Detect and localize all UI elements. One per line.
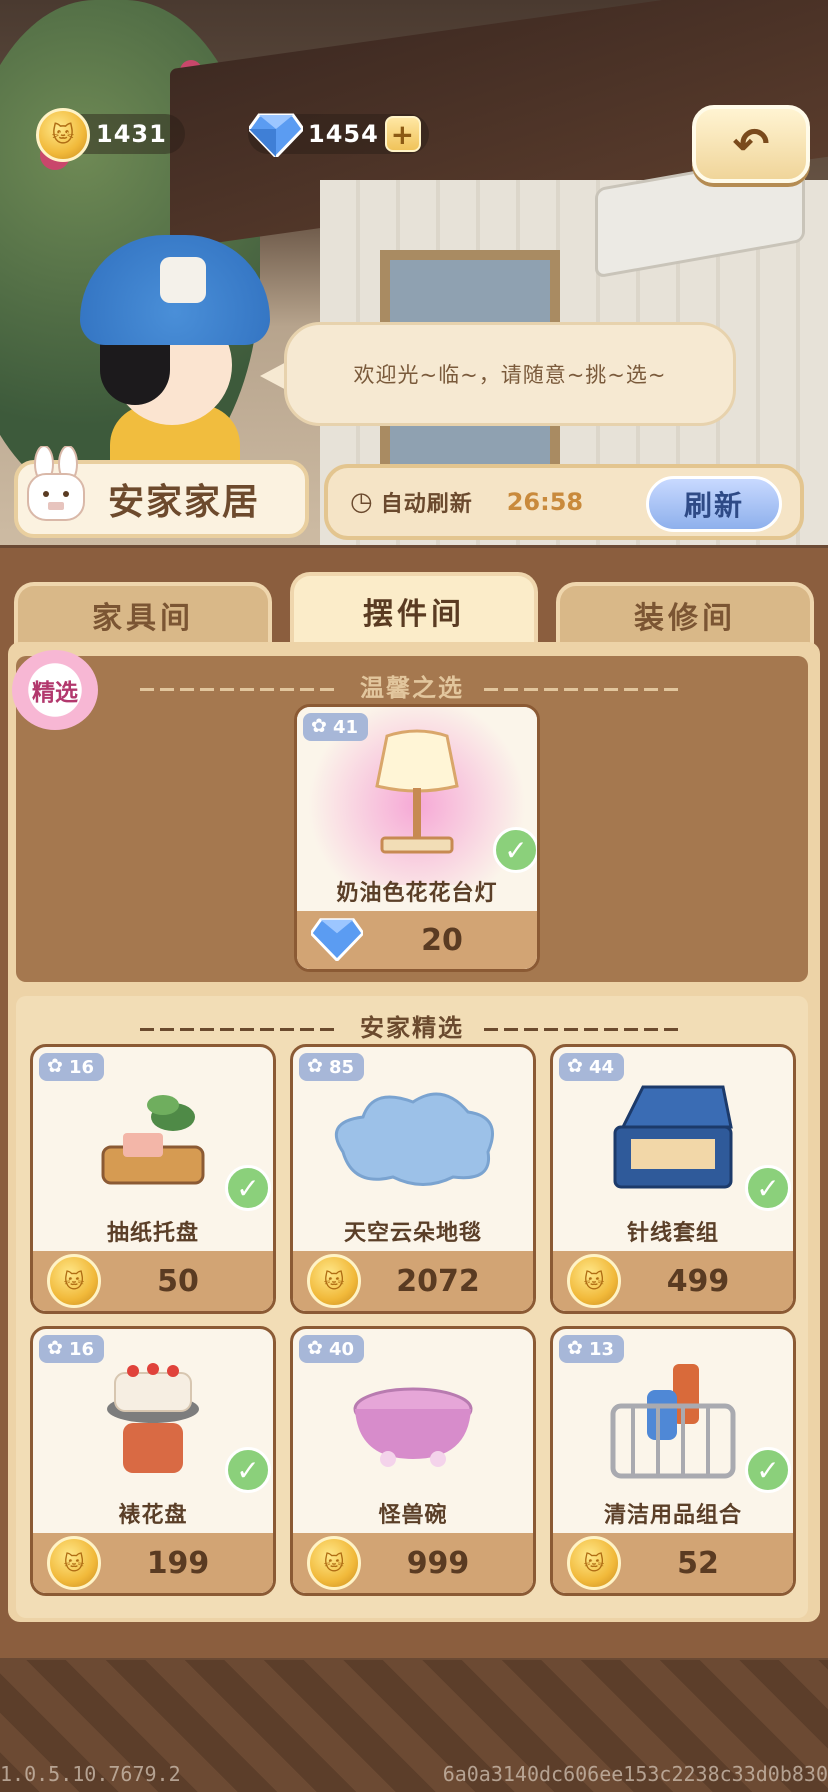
coin-icon: 🐱 [307, 1254, 361, 1308]
item-name: 清洁用品组合 [603, 1503, 742, 1528]
item-price-bar: 🐱 50 [33, 1251, 273, 1311]
featured-title: 温馨之选 [360, 674, 464, 702]
version-text: 1.0.5.10.7679.2 [0, 1762, 181, 1786]
item-price-bar: 🐱 52 [553, 1533, 793, 1593]
item-level-badge: 13 [559, 1335, 625, 1363]
coin-amount: 1431 [96, 120, 167, 148]
shop-item-card[interactable]: 41 奶油色花花台灯 20 ✓ [294, 704, 540, 972]
shop-name: 安家家居 [108, 482, 261, 523]
item-price-bar: 🐱 499 [553, 1251, 793, 1311]
shopkeeper-avatar [70, 235, 270, 485]
featured-badge: 精选 [12, 650, 98, 730]
coin-icon: 🐱 [47, 1536, 101, 1590]
item-name: 针线套组 [626, 1221, 719, 1246]
shop-item-card[interactable]: 16 裱花盘 🐱 199 ✓ [30, 1326, 276, 1596]
item-name: 天空云朵地毯 [343, 1221, 482, 1246]
gem-counter: 1454 + [248, 110, 429, 158]
item-price-bar: 20 [297, 911, 537, 969]
gem-amount: 1454 [308, 120, 379, 148]
item-level-badge: 16 [39, 1053, 105, 1081]
item-name: 抽纸托盘 [106, 1221, 199, 1246]
add-gems-button[interactable]: + [384, 116, 421, 152]
item-level-badge: 16 [39, 1335, 105, 1363]
shop-item-card[interactable]: 44 针线套组 🐱 499 ✓ [550, 1044, 796, 1314]
check-icon: ✓ [225, 1165, 271, 1211]
item-name: 裱花盘 [118, 1503, 188, 1528]
item-level-badge: 85 [299, 1053, 365, 1081]
back-button[interactable]: ↶ [692, 105, 810, 183]
item-price-bar: 🐱 999 [293, 1533, 533, 1593]
auto-refresh-bar: ◷ 自动刷新 26:58 刷新 [324, 464, 804, 540]
coin-icon: 🐱 [567, 1536, 621, 1590]
speech-bubble: 欢迎光~临~，请随意~挑~选~ [284, 322, 736, 426]
check-icon: ✓ [745, 1447, 791, 1493]
coin-icon: 🐱 [36, 108, 90, 162]
back-arrow-icon: ↶ [732, 118, 770, 170]
item-price-bar: 🐱 199 [33, 1533, 273, 1593]
item-price-bar: 🐱 2072 [293, 1251, 533, 1311]
item-level-badge: 44 [559, 1053, 625, 1081]
tab-renovation[interactable]: 装修间 [556, 582, 814, 644]
shop-item-card[interactable]: 85 天空云朵地毯 🐱 2072 [290, 1044, 536, 1314]
item-level-badge: 40 [299, 1335, 365, 1363]
check-icon: ✓ [493, 827, 537, 873]
tab-furniture[interactable]: 家具间 [14, 582, 272, 644]
shop-item-card[interactable]: 13 清洁用品组合 🐱 52 ✓ [550, 1326, 796, 1596]
tab-decorations[interactable]: 摆件间 [290, 572, 538, 646]
clock-icon: ◷ [350, 487, 373, 517]
shop-item-card[interactable]: 16 抽纸托盘 🐱 50 ✓ [30, 1044, 276, 1314]
npc-dialog-text: 欢迎光~临~，请随意~挑~选~ [353, 363, 667, 387]
check-icon: ✓ [225, 1447, 271, 1493]
diamond-icon [309, 917, 365, 965]
coin-icon: 🐱 [567, 1254, 621, 1308]
refresh-button[interactable]: 刷新 [646, 476, 782, 532]
build-hash-text: 6a0a3140dc606ee153c2238c33d0b830 [442, 1762, 828, 1786]
coin-icon: 🐱 [47, 1254, 101, 1308]
diamond-icon [248, 108, 304, 162]
auto-refresh-label: 自动刷新 [380, 492, 473, 517]
shop-item-card[interactable]: 40 怪兽碗 🐱 999 [290, 1326, 536, 1596]
coin-counter: 🐱 1431 [36, 108, 185, 162]
refresh-timer: 26:58 [506, 488, 584, 516]
bunny-icon [22, 445, 90, 526]
picks-title: 安家精选 [360, 1014, 464, 1042]
item-level-badge: 41 [303, 713, 369, 741]
coin-icon: 🐱 [307, 1536, 361, 1590]
check-icon: ✓ [745, 1165, 791, 1211]
item-name: 怪兽碗 [378, 1503, 448, 1528]
item-name: 奶油色花花台灯 [336, 881, 498, 906]
